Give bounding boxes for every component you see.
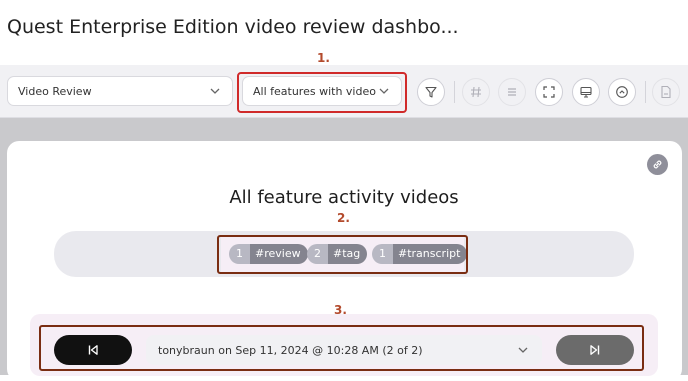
export-pdf-icon: [661, 85, 671, 99]
copy-link-button[interactable]: [647, 154, 668, 175]
link-icon: [653, 160, 662, 169]
card-title: All feature activity videos: [229, 187, 459, 208]
list-icon: [508, 88, 516, 96]
chevron-down-icon: [210, 88, 220, 94]
page-title: Quest Enterprise Edition video review da…: [7, 16, 459, 38]
list-button[interactable]: [498, 78, 526, 106]
fullscreen-button[interactable]: [535, 78, 563, 106]
collapse-button[interactable]: [608, 78, 636, 106]
annotation-number-1: 1.: [317, 51, 330, 65]
filter-button[interactable]: [417, 78, 445, 106]
annotation-box-2: [217, 235, 468, 274]
dashboard-select-label: Video Review: [18, 84, 92, 98]
dashboard-toolbar: Video Review All features with video: [0, 65, 688, 118]
fullscreen-icon: [543, 86, 555, 98]
annotation-box-1: [237, 72, 407, 113]
filter-icon: [425, 86, 437, 98]
annotation-number-2: 2.: [337, 211, 350, 225]
presentation-button[interactable]: [572, 78, 600, 106]
collapse-up-icon: [616, 86, 628, 98]
hashtag-button[interactable]: [462, 78, 490, 106]
toolbar-divider: [645, 81, 646, 103]
annotation-box-3: [39, 325, 644, 371]
dashboard-select[interactable]: Video Review: [7, 76, 233, 106]
presentation-icon: [580, 86, 592, 98]
hashtag-icon: [471, 86, 481, 98]
toolbar-divider: [454, 81, 455, 103]
export-pdf-button[interactable]: [652, 78, 680, 106]
